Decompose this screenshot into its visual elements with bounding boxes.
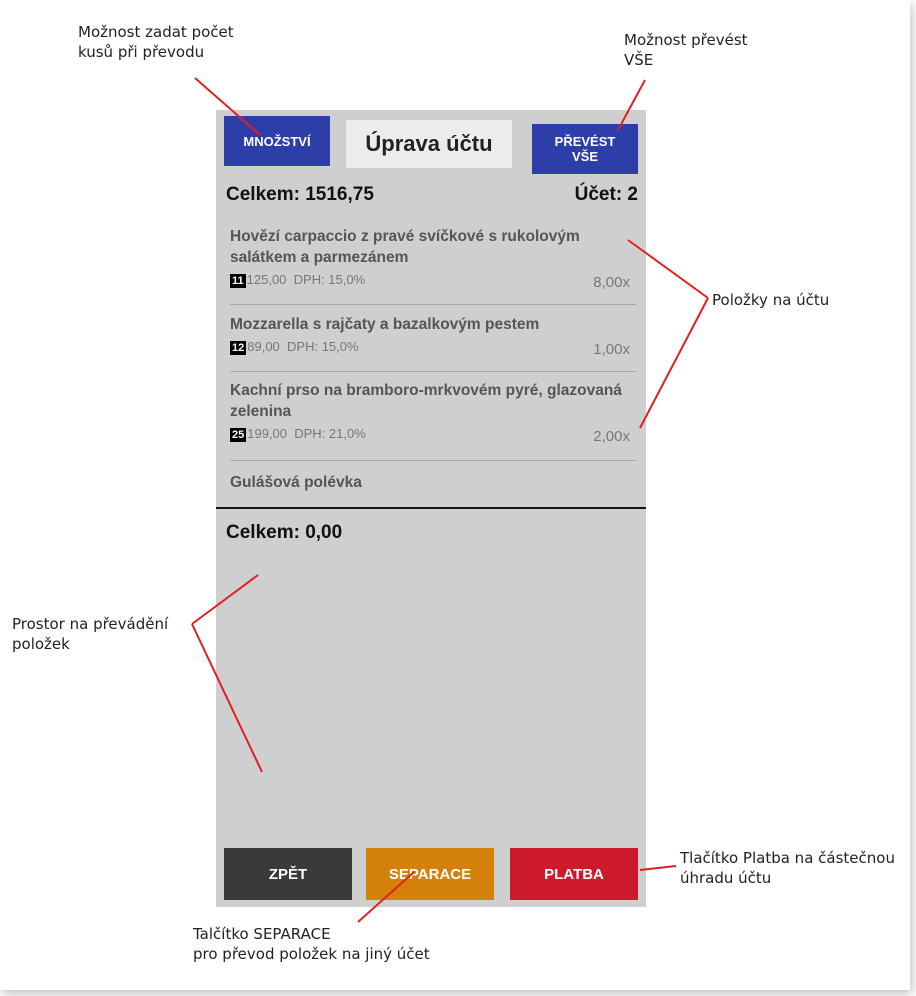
transfer-total: Celkem: 0,00 <box>226 522 343 543</box>
item-name: Hovězí carpaccio z pravé svíčkové s ruko… <box>230 228 580 266</box>
item-meta: 12 89,00 DPH: 15,0% 1,00x <box>230 339 636 361</box>
separation-button[interactable]: SEPARACE <box>366 848 494 900</box>
back-button[interactable]: ZPĚT <box>224 848 352 900</box>
annotation-transfer-space: Prostor na převádění položek <box>12 615 169 653</box>
annotation-quantity: Možnost zadat počet kusů při převodu <box>78 23 234 61</box>
annotation-payment: Tlačítko Platba na částečnou úhradu účtu <box>680 849 895 887</box>
annotation-transfer-all: Možnost převést VŠE <box>624 31 748 69</box>
item-price: 89,00 <box>247 339 280 354</box>
item-code-badge: 11 <box>230 273 246 288</box>
item-quantity: 2,00x <box>593 428 630 445</box>
list-item[interactable]: Kachní prso na bramboro-mrkvovém pyré, g… <box>230 380 636 461</box>
list-item[interactable]: Gulášová polévka <box>230 470 636 491</box>
quantity-button[interactable]: MNOŽSTVÍ <box>224 116 330 166</box>
item-name: Gulášová polévka <box>230 474 362 491</box>
transfer-all-button[interactable]: PŘEVÉST VŠE <box>532 124 638 174</box>
item-code-badge: 12 <box>230 340 247 355</box>
section-divider <box>216 507 646 509</box>
payment-button[interactable]: PLATBA <box>510 848 638 900</box>
annotation-separation: Talčítko SEPARACE pro převod položek na … <box>193 925 430 963</box>
item-quantity: 1,00x <box>593 341 630 358</box>
item-code-badge: 25 <box>230 427 247 442</box>
item-vat: DPH: 21,0% <box>294 426 366 441</box>
item-name: Mozzarella s rajčaty a bazalkovým pestem <box>230 316 540 333</box>
item-vat: DPH: 15,0% <box>287 339 359 354</box>
item-meta: 25 199,00 DPH: 21,0% 2,00x <box>230 426 636 448</box>
item-quantity: 8,00x <box>593 274 630 291</box>
account-number: Účet: 2 <box>574 184 638 205</box>
transfer-area[interactable] <box>216 550 646 840</box>
item-name: Kachní prso na bramboro-mrkvovém pyré, g… <box>230 382 622 420</box>
item-vat: DPH: 15,0% <box>293 272 366 287</box>
page-title: Úprava účtu <box>346 120 512 168</box>
list-item[interactable]: Mozzarella s rajčaty a bazalkovým pestem… <box>230 314 636 372</box>
list-item[interactable]: Hovězí carpaccio z pravé svíčkové s ruko… <box>230 226 636 305</box>
item-price: 199,00 <box>247 426 288 441</box>
item-price: 125,00 <box>246 272 287 287</box>
annotation-items: Položky na účtu <box>712 291 830 309</box>
item-meta: 11 125,00 DPH: 15,0% 8,00x <box>230 272 636 294</box>
edit-account-screen: MNOŽSTVÍ Úprava účtu PŘEVÉST VŠE Celkem:… <box>216 110 646 907</box>
bill-total: Celkem: 1516,75 <box>226 184 374 205</box>
